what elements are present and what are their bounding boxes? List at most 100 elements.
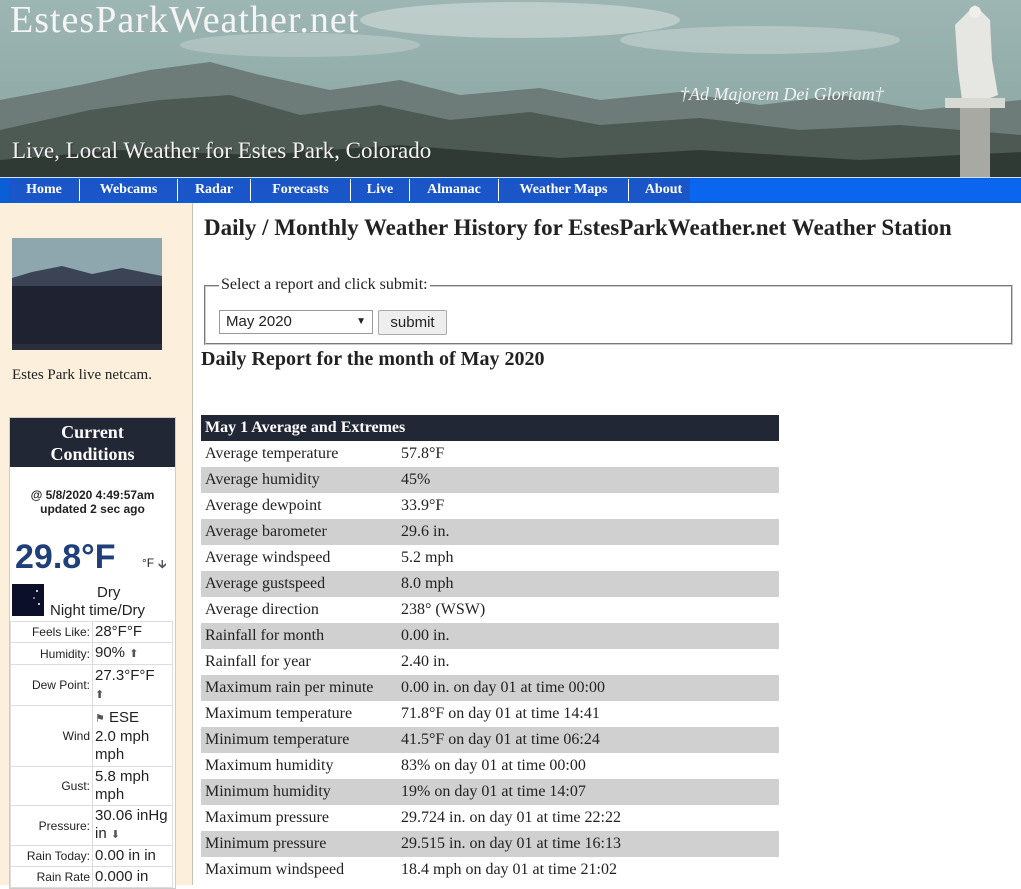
row-value: 19% on day 01 at time 14:07 — [397, 779, 779, 805]
table-row: Average humidity 45% — [201, 467, 779, 493]
row-value: 0.00 in. — [397, 623, 779, 649]
cc-row-pressure: Pressure: 30.06 inHg in ⬇ — [10, 805, 173, 846]
table-row: Maximum rain per minute 0.00 in. on day 0… — [201, 675, 779, 701]
row-label: Average dewpoint — [201, 493, 397, 519]
row-label: Average windspeed — [201, 545, 397, 571]
daily-history-table: May 1 Average and Extremes Average tempe… — [201, 415, 779, 883]
table-header: May 1 Average and Extremes — [201, 415, 779, 441]
main-nav: Home Webcams Radar Forecasts Live Almana… — [0, 177, 1021, 203]
wind-cell: ⚑ ESE 2.0 mph mph — [92, 705, 173, 767]
wind-speed: 2.0 mph mph — [95, 727, 150, 763]
conditions-table: Feels Like: 28°F°F Humidity: 90% ⬆ Dew P… — [10, 621, 173, 888]
row-label: Maximum humidity — [201, 753, 397, 779]
wind-direction-icon: ⚑ — [95, 712, 105, 725]
table-row: Average windspeed 5.2 mph — [201, 545, 779, 571]
pressure-value: 30.06 inHg in — [95, 807, 168, 842]
arrow-down-icon: 🡳 — [158, 557, 167, 571]
pressure-cell: 30.06 inHg in ⬇ — [92, 805, 173, 846]
cc-updated-ago: updated 2 sec ago — [40, 502, 145, 516]
rain-rate-value: 0.000 in — [92, 866, 173, 888]
table-row: Minimum pressure 29.515 in. on day 01 at … — [201, 831, 779, 857]
row-label: Maximum windspeed — [201, 857, 397, 883]
report-select-form: Select a report and click submit: May 20… — [204, 276, 1013, 345]
row-value: 33.9°F — [397, 493, 779, 519]
table-row: Maximum pressure 29.724 in. on day 01 at … — [201, 805, 779, 831]
cc-temperature-row: 29.8°F °F 🡳 — [15, 538, 175, 580]
row-value: 8.0 mph — [397, 571, 779, 597]
nav-webcams[interactable]: Webcams — [80, 179, 178, 201]
table-row: Maximum humidity 83% on day 01 at time 00… — [201, 753, 779, 779]
cc-row-humidity: Humidity: 90% ⬆ — [10, 642, 173, 665]
month-select[interactable]: May 2020 ▼ — [219, 310, 373, 334]
row-value: 0.00 in. on day 01 at time 00:00 — [397, 675, 779, 701]
cc-row-rain-today: Rain Today: 0.00 in in — [10, 845, 173, 867]
site-title[interactable]: EstesParkWeather.net — [10, 0, 359, 42]
row-value: 18.4 mph on day 01 at time 21:02 — [397, 857, 779, 883]
table-row: Average direction 238° (WSW) — [201, 597, 779, 623]
wind-direction: ESE — [109, 708, 140, 726]
row-value: 2.40 in. — [397, 649, 779, 675]
netcam-link[interactable]: live netcam. — [79, 367, 152, 383]
netcam-snapshot — [12, 238, 162, 350]
cc-row-rain-rate: Rain Rate 0.000 in — [10, 866, 173, 888]
condition-detail: Night time/Dry — [50, 602, 146, 619]
nav-forecasts[interactable]: Forecasts — [251, 179, 351, 201]
arrow-down-icon: ⬇ — [110, 829, 121, 841]
netcam-caption: Estes Park live netcam. — [12, 367, 152, 384]
current-conditions-panel: Current Conditions @ 5/8/2020 4:49:57am … — [9, 417, 176, 889]
wind-label: Wind — [10, 705, 93, 767]
row-label: Maximum temperature — [201, 701, 397, 727]
site-header-banner: EstesParkWeather.net †Ad Majorem Dei Glo… — [0, 0, 1021, 177]
cc-row-gust: Gust: 5.8 mph mph — [10, 766, 173, 806]
nav-almanac[interactable]: Almanac — [410, 179, 499, 201]
table-header-row: May 1 Average and Extremes — [201, 415, 779, 441]
current-conditions-title: Current Conditions — [10, 418, 175, 467]
submit-button[interactable]: submit — [378, 310, 447, 335]
cc-row-wind: Wind ⚑ ESE 2.0 mph mph — [10, 705, 173, 767]
nav-about[interactable]: About — [629, 179, 699, 201]
nav-filler — [690, 179, 1021, 201]
row-value: 41.5°F on day 01 at time 06:24 — [397, 727, 779, 753]
cc-updated: @ 5/8/2020 4:49:57am updated 2 sec ago — [10, 488, 175, 516]
arrow-up-icon: ⬆ — [129, 648, 139, 660]
main-content: Daily / Monthly Weather History for Este… — [201, 203, 1021, 885]
gust-label: Gust: — [10, 766, 93, 806]
row-value: 29.6 in. — [397, 519, 779, 545]
feels-like-value: 28°F°F — [92, 621, 173, 643]
sidebar: Estes Park live netcam. Current Conditio… — [0, 203, 193, 889]
nav-radar[interactable]: Radar — [178, 179, 251, 201]
feels-like-label: Feels Like: — [10, 621, 93, 643]
row-value: 57.8°F — [397, 441, 779, 467]
row-label: Rainfall for year — [201, 649, 397, 675]
table-row: Average gustspeed 8.0 mph — [201, 571, 779, 597]
row-value: 29.724 in. on day 01 at time 22:22 — [397, 805, 779, 831]
row-value: 71.8°F on day 01 at time 14:41 — [397, 701, 779, 727]
history-table-body: Average temperature 57.8°F Average humidit… — [201, 441, 779, 883]
cc-title-line2: Conditions — [50, 444, 135, 464]
row-value: 238° (WSW) — [397, 597, 779, 623]
current-temperature: 29.8°F — [15, 538, 116, 576]
row-label: Rainfall for month — [201, 623, 397, 649]
temperature-unit: °F — [142, 556, 155, 570]
rain-today-label: Rain Today: — [10, 845, 93, 867]
tagline: Live, Local Weather for Estes Park, Colo… — [12, 138, 432, 163]
page-title: Daily / Monthly Weather History for Este… — [204, 215, 952, 240]
nav-weather-maps[interactable]: Weather Maps — [499, 179, 629, 201]
condition-text: Dry — [97, 584, 121, 601]
cc-timestamp: @ 5/8/2020 4:49:57am — [30, 488, 155, 502]
table-row: Minimum humidity 19% on day 01 at time 14… — [201, 779, 779, 805]
table-row: Average barometer 29.6 in. — [201, 519, 779, 545]
row-label: Average humidity — [201, 467, 397, 493]
arrow-up-icon: ⬆ — [95, 688, 105, 701]
nav-home[interactable]: Home — [9, 179, 80, 201]
table-row: Rainfall for year 2.40 in. — [201, 649, 779, 675]
moon-icon — [12, 584, 44, 616]
month-select-value: May 2020 — [226, 313, 292, 330]
cc-row-dew-point: Dew Point: 27.3°F°F ⬆ — [10, 664, 173, 706]
netcam-image[interactable] — [12, 238, 162, 350]
table-row: Maximum windspeed 18.4 mph on day 01 at t… — [201, 857, 779, 883]
nav-live[interactable]: Live — [351, 179, 410, 201]
row-value: 45% — [397, 467, 779, 493]
row-label: Maximum rain per minute — [201, 675, 397, 701]
table-row: Average dewpoint 33.9°F — [201, 493, 779, 519]
